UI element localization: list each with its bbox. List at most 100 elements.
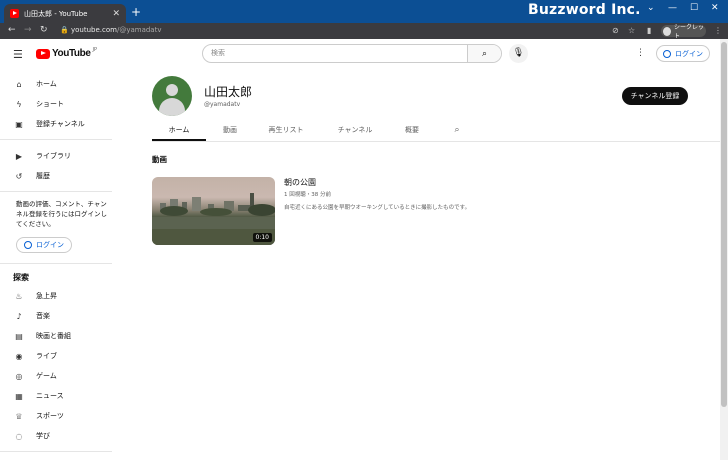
sidebar-item-live[interactable]: ◉ ライブ — [0, 346, 112, 366]
section-title: 動画 — [152, 155, 167, 164]
tab-home[interactable]: ホーム — [152, 121, 206, 141]
subscriptions-icon: ▣ — [15, 119, 23, 129]
movies-icon: ▤ — [15, 331, 23, 341]
tab-about[interactable]: 概要 — [395, 121, 429, 141]
sidebar-item-library[interactable]: ▶ ライブラリ — [0, 146, 112, 166]
tab-playlists[interactable]: 再生リスト — [260, 121, 312, 141]
close-tab-icon[interactable]: ✕ — [112, 9, 120, 19]
sidebar-item-label: 履歴 — [36, 172, 50, 180]
brand-watermark: Buzzword Inc. — [528, 2, 641, 18]
settings-more-icon[interactable]: ⋮ — [636, 48, 645, 58]
search-button[interactable]: ⌕ — [467, 45, 501, 62]
account-icon — [663, 49, 671, 58]
close-window-icon[interactable]: ✕ — [711, 3, 719, 13]
sidebar-item-music[interactable]: ♪ 音楽 — [0, 306, 112, 326]
menu-icon[interactable]: ☰ — [13, 48, 23, 61]
maximize-icon[interactable]: ☐ — [690, 3, 698, 13]
search-box: 検索 ⌕ — [202, 44, 502, 63]
video-thumbnail[interactable]: 0:10 — [152, 177, 275, 245]
avatar-head — [166, 84, 178, 96]
new-tab-button[interactable]: + — [131, 5, 141, 19]
youtube-play-icon — [36, 48, 50, 59]
bookmark-star-icon[interactable]: ☆ — [628, 26, 635, 35]
search-input[interactable]: 検索 — [203, 45, 467, 62]
address-bar: ← → ↻ 🔒 youtube.com/@yamadatv ⊘ ☆ ▮ シークレ… — [0, 23, 728, 40]
explore-heading: 探索 — [13, 273, 29, 282]
sidebar-item-label: スポーツ — [36, 412, 64, 420]
sidebar-item-gaming[interactable]: ◎ ゲーム — [0, 366, 112, 386]
back-icon[interactable]: ← — [8, 25, 16, 35]
video-duration: 0:10 — [252, 233, 272, 242]
forward-icon[interactable]: → — [24, 25, 32, 35]
reload-icon[interactable]: ↻ — [40, 25, 48, 35]
login-label: ログイン — [675, 49, 703, 58]
lock-icon[interactable]: 🔒 — [60, 26, 69, 34]
incognito-badge[interactable]: シークレット — [661, 24, 706, 40]
learning-icon: ◌ — [15, 431, 23, 441]
sports-icon: ♕ — [15, 411, 23, 421]
tabs-divider — [152, 141, 720, 142]
login-label: ログイン — [36, 241, 64, 249]
live-icon: ◉ — [15, 351, 23, 361]
sidebar-divider — [0, 191, 112, 192]
shorts-icon: ϟ — [16, 99, 22, 109]
tab-channels[interactable]: チャンネル — [326, 121, 384, 141]
url-host: youtube.com — [71, 26, 117, 34]
page-scrollbar[interactable] — [720, 39, 728, 460]
voice-search-icon[interactable]: 🎙 — [509, 44, 528, 63]
youtube-logo[interactable]: YouTube JP — [36, 47, 98, 59]
browser-tab[interactable]: 山田太郎 - YouTube ✕ — [4, 4, 126, 23]
gaming-icon: ◎ — [15, 371, 23, 381]
channel-search-icon[interactable]: ⌕ — [448, 121, 466, 141]
url-path: /@yamadatv — [116, 26, 162, 34]
sidebar-divider — [0, 139, 112, 140]
signin-message: 動画の評価、コメント、チャンネル登録を行うにはログインしてください。 — [16, 200, 107, 228]
youtube-favicon-icon — [10, 9, 19, 18]
account-icon — [24, 241, 32, 249]
sidebar-item-subscriptions[interactable]: ▣ 登録チャンネル — [0, 114, 112, 134]
sidebar-item-trending[interactable]: ♨ 急上昇 — [0, 286, 112, 306]
sidebar-item-label: ゲーム — [36, 372, 57, 380]
tab-search-icon[interactable]: ⌄ — [647, 3, 655, 13]
channel-handle: @yamadatv — [204, 101, 241, 108]
video-meta: 1 回視聴・38 分前 — [284, 192, 331, 198]
sidebar-item-news[interactable]: ▦ ニュース — [0, 386, 112, 406]
url-field[interactable]: youtube.com/@yamadatv — [71, 26, 162, 34]
sidebar-item-shorts[interactable]: ϟ ショート — [0, 94, 112, 114]
tab-title: 山田太郎 - YouTube — [24, 9, 88, 18]
sidebar-item-label: 学び — [36, 432, 50, 440]
music-icon: ♪ — [16, 311, 22, 321]
incognito-icon — [663, 26, 671, 36]
channel-avatar[interactable] — [152, 76, 192, 116]
avatar-body — [159, 98, 185, 116]
youtube-page: ☰ YouTube JP 検索 ⌕ 🎙 ⋮ ログイン ⌂ ホーム ϟ ショート … — [0, 39, 720, 460]
eye-off-icon[interactable]: ⊘ — [612, 26, 619, 35]
sidebar-item-home[interactable]: ⌂ ホーム — [0, 74, 112, 94]
subscribe-button[interactable]: チャンネル登録 — [622, 87, 688, 105]
sidebar-item-label: ニュース — [36, 392, 64, 400]
sidebar-item-label: ショート — [36, 100, 64, 108]
browser-menu-icon[interactable]: ⋮ — [714, 26, 722, 35]
sidebar-item-history[interactable]: ↺ 履歴 — [0, 166, 112, 186]
tab-videos[interactable]: 動画 — [213, 121, 247, 141]
news-icon: ▦ — [15, 391, 23, 401]
minimize-icon[interactable]: — — [668, 3, 677, 13]
sidebar-item-sports[interactable]: ♕ スポーツ — [0, 406, 112, 426]
sidebar-login-button[interactable]: ログイン — [16, 237, 72, 253]
video-title[interactable]: 朝の公園 — [284, 177, 316, 188]
login-button[interactable]: ログイン — [656, 45, 710, 62]
sidebar-item-label: 登録チャンネル — [36, 120, 85, 128]
logo-text: YouTube — [52, 48, 91, 59]
channel-name: 山田太郎 — [204, 85, 253, 99]
sidebar-item-learning[interactable]: ◌ 学び — [0, 426, 112, 446]
home-icon: ⌂ — [16, 79, 22, 89]
scrollbar-thumb[interactable] — [721, 42, 727, 407]
sidebar-item-label: ライブ — [36, 352, 57, 360]
sidebar-item-movies[interactable]: ▤ 映画と番組 — [0, 326, 112, 346]
sidebar-item-label: ライブラリ — [36, 152, 71, 160]
sidebar-item-label: ホーム — [36, 80, 57, 88]
logo-region: JP — [92, 47, 98, 53]
side-panel-icon[interactable]: ▮ — [647, 26, 651, 35]
sidebar-divider — [0, 451, 112, 452]
video-description: 自宅近くにある公園を早朝ウオーキングしているときに撮影したものです。 — [284, 205, 471, 211]
